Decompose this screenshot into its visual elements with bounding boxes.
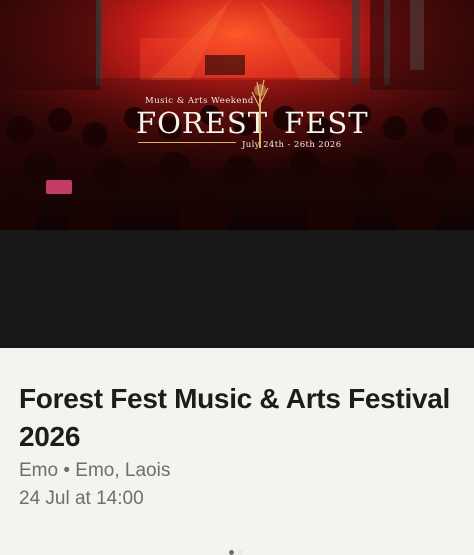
carousel-dot-active[interactable] (238, 550, 243, 555)
event-datetime: 24 Jul at 14:00 (19, 488, 144, 509)
carousel-area[interactable] (0, 230, 474, 555)
event-location: Emo • Emo, Laois (19, 460, 171, 481)
carousel-dot[interactable] (229, 550, 234, 555)
event-details: Forest Fest Music & Arts Festival 2026 E… (0, 348, 474, 525)
event-title: Forest Fest Music & Arts Festival 2026 (19, 383, 450, 452)
concert-crowd-image (0, 0, 474, 230)
event-hero-image[interactable]: Music & Arts Weekend FOREST FEST July 24t… (0, 0, 474, 230)
carousel-pagination[interactable] (229, 550, 243, 555)
